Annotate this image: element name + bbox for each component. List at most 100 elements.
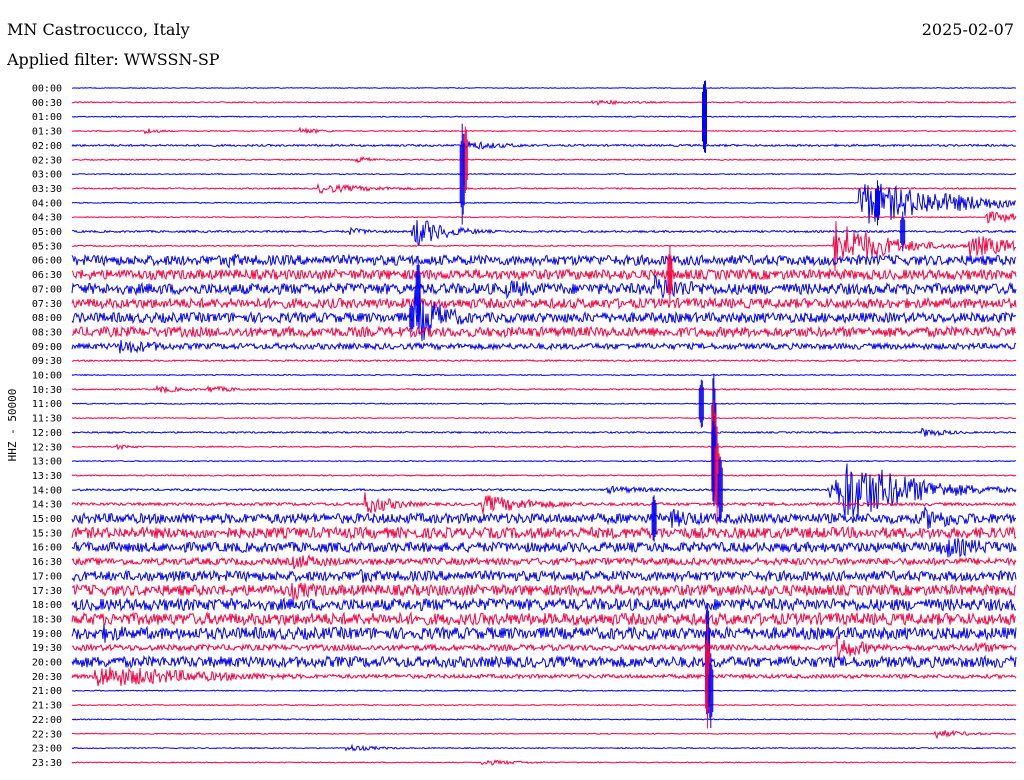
time-tick-label: 07:30	[32, 299, 62, 310]
time-tick-label: 16:00	[32, 543, 62, 554]
trace-row	[71, 463, 1017, 520]
trace-row	[71, 443, 1017, 451]
time-tick-label: 14:00	[32, 485, 62, 496]
trace-row	[71, 384, 1017, 394]
time-tick-label: 20:30	[32, 672, 62, 683]
time-tick-label: 00:30	[32, 98, 62, 109]
time-tick-label: 18:30	[32, 614, 62, 625]
trace-row	[71, 86, 1017, 90]
helicorder-stage: MN Castrocucco, Italy 2025-02-07 Applied…	[0, 0, 1024, 780]
trace-row	[71, 340, 1017, 354]
time-tick-label: 23:30	[32, 758, 62, 769]
trace-row	[71, 553, 1017, 570]
time-tick-label: 10:30	[32, 385, 62, 396]
quake-spike	[667, 245, 673, 304]
time-tick-label: 17:30	[32, 586, 62, 597]
time-tick-label: 14:30	[32, 500, 62, 511]
trace-row	[71, 666, 1017, 687]
trace-row	[71, 115, 1017, 118]
quake-spike	[717, 456, 723, 524]
trace-row	[71, 253, 1017, 269]
time-tick-label: 10:00	[32, 371, 62, 382]
helicorder-plot: HHZ - 50000 00:00 00:30 01:00 01:30 02:00 02:…	[6, 80, 1017, 769]
time-tick-label: 12:00	[32, 428, 62, 439]
quake-spike	[875, 180, 880, 226]
trace-row	[71, 689, 1017, 692]
trace-row	[71, 635, 1017, 662]
time-tick-label: 00:00	[32, 84, 62, 95]
quake-spike	[708, 653, 714, 729]
trace-row	[71, 525, 1017, 541]
time-tick-label: 17:00	[32, 571, 62, 582]
time-tick-label: 19:00	[32, 629, 62, 640]
time-tick-label: 05:00	[32, 227, 62, 238]
time-tick-label: 13:30	[32, 471, 62, 482]
time-tick-label: 02:00	[32, 141, 62, 152]
trace-group	[71, 80, 1017, 766]
y-axis-label: HHZ - 50000	[6, 389, 19, 462]
time-tick-label: 23:00	[32, 744, 62, 755]
trace-row	[71, 611, 1017, 627]
trace-row	[72, 402, 1017, 405]
trace-row	[72, 703, 1017, 707]
time-tick-label: 15:00	[32, 514, 62, 525]
trace-row	[71, 759, 1017, 766]
time-tick-label: 16:30	[32, 557, 62, 568]
trace-row	[71, 296, 1017, 310]
trace-row	[71, 267, 1017, 282]
trace-row	[71, 596, 1017, 613]
quake-spike	[415, 255, 421, 322]
trace-row	[71, 273, 1017, 300]
time-tick-label: 06:00	[32, 256, 62, 267]
time-tick-group: 00:00 00:30 01:00 01:30 02:00 02:30 03:00 03:30…	[32, 84, 62, 769]
trace-row	[71, 538, 1017, 558]
time-tick-label: 04:30	[32, 213, 62, 224]
trace-row	[71, 427, 1017, 437]
trace-row	[71, 172, 1017, 176]
trace-row	[71, 743, 1017, 752]
trace-row	[71, 182, 1017, 195]
trace-row	[71, 140, 1017, 150]
time-tick-label: 03:00	[32, 170, 62, 181]
trace-row	[71, 325, 1017, 339]
trace-row	[71, 126, 1017, 135]
time-tick-label: 18:00	[32, 600, 62, 611]
time-tick-label: 12:30	[32, 442, 62, 453]
trace-row	[71, 373, 1017, 377]
time-tick-label: 22:00	[32, 715, 62, 726]
trace-row	[71, 568, 1017, 583]
time-tick-label: 08:00	[32, 313, 62, 324]
time-tick-label: 02:30	[32, 155, 62, 166]
quake-spike	[698, 379, 704, 428]
trace-row	[71, 99, 1017, 107]
trace-row	[71, 729, 1016, 740]
time-tick-label: 09:30	[32, 356, 62, 367]
time-tick-label: 20:00	[32, 658, 62, 669]
quake-spike	[702, 80, 707, 153]
time-tick-label: 01:30	[32, 127, 62, 138]
time-tick-label: 05:30	[32, 241, 62, 252]
time-tick-label: 22:30	[32, 729, 62, 740]
trace-row	[71, 505, 1017, 530]
time-tick-label: 15:30	[32, 528, 62, 539]
time-tick-label: 04:00	[32, 198, 62, 209]
time-tick-label: 21:30	[32, 701, 62, 712]
quake-spike	[651, 495, 657, 542]
time-tick-label: 11:00	[32, 399, 62, 410]
time-tick-label: 06:30	[32, 270, 62, 281]
trace-row	[72, 219, 1017, 246]
time-tick-label: 13:00	[32, 457, 62, 468]
trace-row	[71, 156, 1017, 164]
time-tick-label: 01:00	[32, 112, 62, 123]
trace-row	[71, 359, 1017, 363]
time-tick-label: 08:30	[32, 327, 62, 338]
trace-row	[71, 416, 1017, 420]
time-tick-label: 11:30	[32, 414, 62, 425]
trace-row	[71, 623, 1017, 643]
quake-spike	[459, 123, 465, 225]
trace-row	[71, 582, 1017, 601]
trace-row	[71, 718, 1017, 721]
time-tick-label: 03:30	[32, 184, 62, 195]
time-tick-label: 09:00	[32, 342, 62, 353]
trace-row	[71, 474, 1017, 477]
